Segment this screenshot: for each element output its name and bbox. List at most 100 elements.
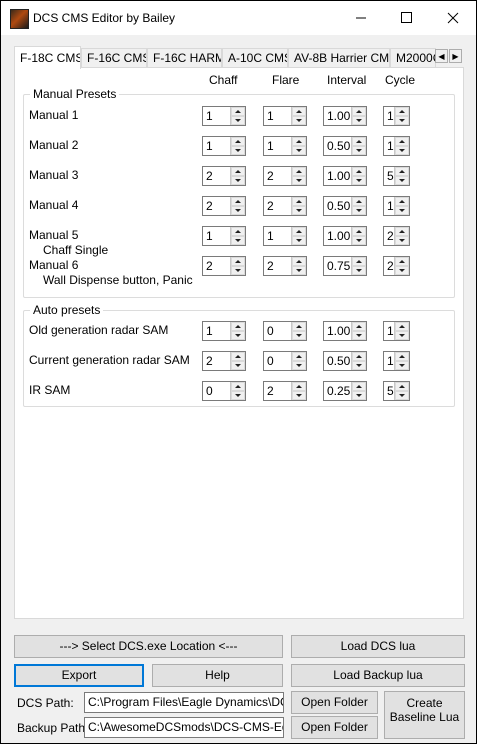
- spin-up-icon[interactable]: [395, 137, 409, 146]
- tab-f16c-harm[interactable]: F-16C HARM: [147, 48, 222, 67]
- spin-up-icon[interactable]: [292, 107, 306, 116]
- manual-3-cycle-spinner[interactable]: 5: [383, 166, 410, 186]
- spin-up-icon[interactable]: [292, 137, 306, 146]
- auto-ir-sam-chaff-spinner[interactable]: 0: [202, 381, 246, 401]
- auto-old-radar-flare-spinner[interactable]: 0: [263, 321, 307, 341]
- tab-scroll-left-icon[interactable]: ◀: [435, 49, 448, 63]
- spin-down-icon[interactable]: [395, 236, 409, 245]
- manual-6-chaff-spinner[interactable]: 2: [202, 256, 246, 276]
- backup-path-field[interactable]: C:\AwesomeDCSmods\DCS-CMS-Editor-by-Bail…: [84, 717, 284, 738]
- spin-up-icon[interactable]: [395, 107, 409, 116]
- spin-down-icon[interactable]: [231, 116, 245, 125]
- spin-down-icon[interactable]: [395, 176, 409, 185]
- spin-up-icon[interactable]: [231, 227, 245, 236]
- spin-down-icon[interactable]: [292, 206, 306, 215]
- spin-up-icon[interactable]: [352, 322, 366, 331]
- spin-down-icon[interactable]: [292, 146, 306, 155]
- minimize-button[interactable]: [338, 1, 384, 35]
- manual-1-chaff-spinner[interactable]: 1: [202, 106, 246, 126]
- auto-current-radar-chaff-spinner[interactable]: 2: [202, 351, 246, 371]
- spin-down-icon[interactable]: [292, 361, 306, 370]
- spin-down-icon[interactable]: [231, 176, 245, 185]
- select-dcs-exe-button[interactable]: ---> Select DCS.exe Location <---: [14, 635, 283, 658]
- spin-down-icon[interactable]: [292, 116, 306, 125]
- spin-down-icon[interactable]: [231, 206, 245, 215]
- close-button[interactable]: [430, 1, 476, 35]
- spin-up-icon[interactable]: [231, 382, 245, 391]
- create-baseline-line1[interactable]: Create: [385, 696, 464, 710]
- spin-up-icon[interactable]: [231, 107, 245, 116]
- export-button[interactable]: Export: [14, 664, 144, 687]
- spin-up-icon[interactable]: [352, 257, 366, 266]
- spin-up-icon[interactable]: [352, 197, 366, 206]
- spin-down-icon[interactable]: [352, 236, 366, 245]
- auto-ir-sam-interval-spinner[interactable]: 0.25: [323, 381, 367, 401]
- spin-down-icon[interactable]: [292, 266, 306, 275]
- load-backup-lua-button[interactable]: Load Backup lua: [291, 664, 465, 687]
- auto-current-radar-cycle-spinner[interactable]: 10: [383, 351, 410, 371]
- tab-a10c-cms[interactable]: A-10C CMS: [222, 48, 288, 67]
- manual-2-cycle-spinner[interactable]: 10: [383, 136, 410, 156]
- spin-down-icon[interactable]: [231, 146, 245, 155]
- spin-up-icon[interactable]: [352, 352, 366, 361]
- load-dcs-lua-button[interactable]: Load DCS lua: [291, 635, 465, 658]
- auto-current-radar-flare-spinner[interactable]: 0: [263, 351, 307, 371]
- spin-up-icon[interactable]: [352, 167, 366, 176]
- spin-up-icon[interactable]: [352, 227, 366, 236]
- spin-up-icon[interactable]: [395, 197, 409, 206]
- manual-5-flare-spinner[interactable]: 1: [263, 226, 307, 246]
- manual-3-interval-spinner[interactable]: 1.00: [323, 166, 367, 186]
- spin-down-icon[interactable]: [395, 146, 409, 155]
- tab-f16c-cms[interactable]: F-16C CMS: [81, 48, 147, 67]
- spin-up-icon[interactable]: [231, 167, 245, 176]
- spin-down-icon[interactable]: [352, 361, 366, 370]
- manual-6-cycle-spinner[interactable]: 20: [383, 256, 410, 276]
- manual-5-interval-spinner[interactable]: 1.00: [323, 226, 367, 246]
- manual-6-flare-spinner[interactable]: 2: [263, 256, 307, 276]
- manual-4-cycle-spinner[interactable]: 10: [383, 196, 410, 216]
- create-baseline-line2[interactable]: Baseline Lua: [385, 710, 464, 724]
- spin-up-icon[interactable]: [292, 322, 306, 331]
- spin-up-icon[interactable]: [292, 382, 306, 391]
- spin-down-icon[interactable]: [395, 206, 409, 215]
- manual-4-flare-spinner[interactable]: 2: [263, 196, 307, 216]
- spin-up-icon[interactable]: [352, 137, 366, 146]
- spin-down-icon[interactable]: [395, 266, 409, 275]
- spin-up-icon[interactable]: [292, 352, 306, 361]
- help-button[interactable]: Help: [152, 664, 283, 687]
- spin-down-icon[interactable]: [352, 206, 366, 215]
- spin-down-icon[interactable]: [352, 176, 366, 185]
- spin-down-icon[interactable]: [292, 391, 306, 400]
- spin-down-icon[interactable]: [231, 391, 245, 400]
- spin-up-icon[interactable]: [395, 382, 409, 391]
- spin-up-icon[interactable]: [231, 322, 245, 331]
- maximize-button[interactable]: [384, 1, 430, 35]
- tab-m2000c[interactable]: M2000C: [390, 48, 436, 67]
- manual-5-cycle-spinner[interactable]: 2: [383, 226, 410, 246]
- spin-up-icon[interactable]: [395, 322, 409, 331]
- manual-6-interval-spinner[interactable]: 0.75: [323, 256, 367, 276]
- spin-down-icon[interactable]: [395, 391, 409, 400]
- manual-3-chaff-spinner[interactable]: 2: [202, 166, 246, 186]
- manual-4-chaff-spinner[interactable]: 2: [202, 196, 246, 216]
- manual-2-chaff-spinner[interactable]: 1: [202, 136, 246, 156]
- spin-up-icon[interactable]: [395, 167, 409, 176]
- tab-f18c-cms[interactable]: F-18C CMS: [14, 46, 81, 69]
- spin-down-icon[interactable]: [352, 266, 366, 275]
- spin-up-icon[interactable]: [292, 197, 306, 206]
- spin-down-icon[interactable]: [352, 146, 366, 155]
- manual-1-flare-spinner[interactable]: 1: [263, 106, 307, 126]
- manual-2-interval-spinner[interactable]: 0.50: [323, 136, 367, 156]
- manual-4-interval-spinner[interactable]: 0.50: [323, 196, 367, 216]
- spin-up-icon[interactable]: [352, 382, 366, 391]
- spin-down-icon[interactable]: [395, 331, 409, 340]
- spin-down-icon[interactable]: [231, 236, 245, 245]
- spin-up-icon[interactable]: [292, 257, 306, 266]
- dcs-path-field[interactable]: C:\Program Files\Eagle Dynamics\DCS Worl…: [84, 692, 284, 713]
- spin-down-icon[interactable]: [292, 236, 306, 245]
- auto-old-radar-interval-spinner[interactable]: 1.00: [323, 321, 367, 341]
- auto-current-radar-interval-spinner[interactable]: 0.50: [323, 351, 367, 371]
- spin-down-icon[interactable]: [231, 361, 245, 370]
- spin-down-icon[interactable]: [352, 331, 366, 340]
- spin-down-icon[interactable]: [292, 331, 306, 340]
